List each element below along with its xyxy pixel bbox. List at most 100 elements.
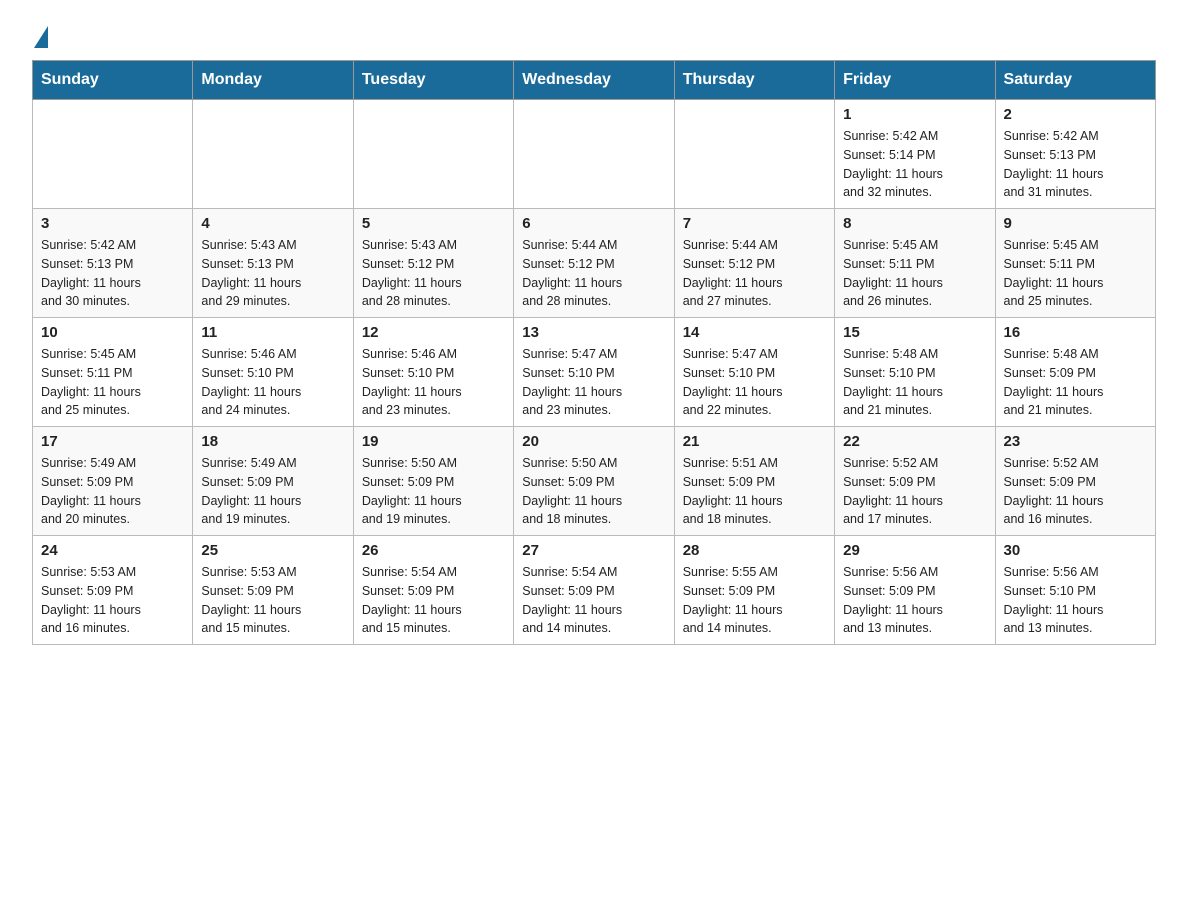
calendar-cell: 11Sunrise: 5:46 AM Sunset: 5:10 PM Dayli… [193,318,353,427]
week-row-2: 3 Sunrise: 5:42 AM Sunset: 5:13 PM Daylig… [33,209,1156,318]
day-info: Sunrise: 5:56 AM Sunset: 5:10 PM Dayligh… [1004,563,1147,638]
weekday-header-tuesday: Tuesday [353,61,513,100]
day-number: 14 [683,324,826,341]
day-number: 21 [683,433,826,450]
day-number: 30 [1004,542,1147,559]
day-number: 19 [362,433,505,450]
calendar-cell: 19Sunrise: 5:50 AM Sunset: 5:09 PM Dayli… [353,427,513,536]
calendar-cell: 2 Sunrise: 5:42 AM Sunset: 5:13 PM Daylig… [995,100,1155,209]
calendar-cell: 17 Sunrise: 5:49 AM Sunset: 5:09 PM Dayli… [33,427,193,536]
weekday-header-monday: Monday [193,61,353,100]
calendar-cell: 25 Sunrise: 5:53 AM Sunset: 5:09 PM Dayli… [193,536,353,645]
day-number: 4 [201,215,344,232]
calendar-cell: 27Sunrise: 5:54 AM Sunset: 5:09 PM Dayli… [514,536,674,645]
day-number: 28 [683,542,826,559]
logo-triangle-icon [34,26,48,48]
calendar-cell: 12 Sunrise: 5:46 AM Sunset: 5:10 PM Dayli… [353,318,513,427]
day-info: Sunrise: 5:46 AM Sunset: 5:10 PM Dayligh… [362,345,505,420]
day-info: Sunrise: 5:47 AM Sunset: 5:10 PM Dayligh… [522,345,665,420]
day-info: Sunrise: 5:48 AM Sunset: 5:09 PM Dayligh… [1004,345,1147,420]
calendar-cell: 30 Sunrise: 5:56 AM Sunset: 5:10 PM Dayli… [995,536,1155,645]
calendar-cell: 4 Sunrise: 5:43 AM Sunset: 5:13 PM Daylig… [193,209,353,318]
calendar-cell: 23 Sunrise: 5:52 AM Sunset: 5:09 PM Dayli… [995,427,1155,536]
calendar-cell [353,100,513,209]
day-number: 11 [201,324,344,341]
day-number: 3 [41,215,184,232]
day-info: Sunrise: 5:51 AM Sunset: 5:09 PM Dayligh… [683,454,826,529]
day-info: Sunrise: 5:43 AM Sunset: 5:12 PM Dayligh… [362,236,505,311]
day-info: Sunrise: 5:52 AM Sunset: 5:09 PM Dayligh… [1004,454,1147,529]
day-number: 20 [522,433,665,450]
weekday-header-friday: Friday [835,61,995,100]
calendar-cell: 26Sunrise: 5:54 AM Sunset: 5:09 PM Dayli… [353,536,513,645]
day-number: 29 [843,542,986,559]
day-number: 23 [1004,433,1147,450]
weekday-header-wednesday: Wednesday [514,61,674,100]
day-info: Sunrise: 5:44 AM Sunset: 5:12 PM Dayligh… [522,236,665,311]
day-info: Sunrise: 5:53 AM Sunset: 5:09 PM Dayligh… [41,563,184,638]
calendar-cell: 13 Sunrise: 5:47 AM Sunset: 5:10 PM Dayli… [514,318,674,427]
day-number: 18 [201,433,344,450]
calendar-cell: 22Sunrise: 5:52 AM Sunset: 5:09 PM Dayli… [835,427,995,536]
calendar-cell [674,100,834,209]
calendar-cell: 5 Sunrise: 5:43 AM Sunset: 5:12 PM Daylig… [353,209,513,318]
day-number: 13 [522,324,665,341]
calendar-cell: 14 Sunrise: 5:47 AM Sunset: 5:10 PM Dayli… [674,318,834,427]
day-info: Sunrise: 5:56 AM Sunset: 5:09 PM Dayligh… [843,563,986,638]
day-number: 1 [843,106,986,123]
page-header [32,24,1156,44]
calendar-cell: 8 Sunrise: 5:45 AM Sunset: 5:11 PM Daylig… [835,209,995,318]
week-row-3: 10Sunrise: 5:45 AM Sunset: 5:11 PM Dayli… [33,318,1156,427]
day-number: 25 [201,542,344,559]
calendar-cell: 18 Sunrise: 5:49 AM Sunset: 5:09 PM Dayli… [193,427,353,536]
calendar-cell: 6 Sunrise: 5:44 AM Sunset: 5:12 PM Daylig… [514,209,674,318]
week-row-5: 24 Sunrise: 5:53 AM Sunset: 5:09 PM Dayli… [33,536,1156,645]
day-info: Sunrise: 5:49 AM Sunset: 5:09 PM Dayligh… [41,454,184,529]
calendar-cell: 1 Sunrise: 5:42 AM Sunset: 5:14 PM Daylig… [835,100,995,209]
day-number: 6 [522,215,665,232]
day-number: 5 [362,215,505,232]
day-number: 7 [683,215,826,232]
day-info: Sunrise: 5:45 AM Sunset: 5:11 PM Dayligh… [1004,236,1147,311]
day-info: Sunrise: 5:53 AM Sunset: 5:09 PM Dayligh… [201,563,344,638]
calendar-cell [193,100,353,209]
day-number: 27 [522,542,665,559]
weekday-header-row: SundayMondayTuesdayWednesdayThursdayFrid… [33,61,1156,100]
logo [32,24,48,44]
day-info: Sunrise: 5:44 AM Sunset: 5:12 PM Dayligh… [683,236,826,311]
day-number: 9 [1004,215,1147,232]
day-number: 17 [41,433,184,450]
weekday-header-saturday: Saturday [995,61,1155,100]
day-info: Sunrise: 5:42 AM Sunset: 5:13 PM Dayligh… [41,236,184,311]
day-info: Sunrise: 5:49 AM Sunset: 5:09 PM Dayligh… [201,454,344,529]
day-number: 24 [41,542,184,559]
day-number: 26 [362,542,505,559]
day-number: 2 [1004,106,1147,123]
weekday-header-thursday: Thursday [674,61,834,100]
day-info: Sunrise: 5:42 AM Sunset: 5:13 PM Dayligh… [1004,127,1147,202]
day-info: Sunrise: 5:45 AM Sunset: 5:11 PM Dayligh… [41,345,184,420]
calendar-cell: 24 Sunrise: 5:53 AM Sunset: 5:09 PM Dayli… [33,536,193,645]
day-number: 8 [843,215,986,232]
calendar-cell [514,100,674,209]
calendar-cell [33,100,193,209]
day-number: 15 [843,324,986,341]
calendar-cell: 28Sunrise: 5:55 AM Sunset: 5:09 PM Dayli… [674,536,834,645]
day-info: Sunrise: 5:42 AM Sunset: 5:14 PM Dayligh… [843,127,986,202]
day-info: Sunrise: 5:43 AM Sunset: 5:13 PM Dayligh… [201,236,344,311]
weekday-header-sunday: Sunday [33,61,193,100]
week-row-4: 17 Sunrise: 5:49 AM Sunset: 5:09 PM Dayli… [33,427,1156,536]
calendar-cell: 21 Sunrise: 5:51 AM Sunset: 5:09 PM Dayli… [674,427,834,536]
calendar-cell: 10Sunrise: 5:45 AM Sunset: 5:11 PM Dayli… [33,318,193,427]
calendar-cell: 3 Sunrise: 5:42 AM Sunset: 5:13 PM Daylig… [33,209,193,318]
day-info: Sunrise: 5:45 AM Sunset: 5:11 PM Dayligh… [843,236,986,311]
calendar-cell: 15Sunrise: 5:48 AM Sunset: 5:10 PM Dayli… [835,318,995,427]
week-row-1: 1 Sunrise: 5:42 AM Sunset: 5:14 PM Daylig… [33,100,1156,209]
calendar-cell: 16Sunrise: 5:48 AM Sunset: 5:09 PM Dayli… [995,318,1155,427]
calendar-cell: 29 Sunrise: 5:56 AM Sunset: 5:09 PM Dayli… [835,536,995,645]
calendar-table: SundayMondayTuesdayWednesdayThursdayFrid… [32,60,1156,645]
day-number: 12 [362,324,505,341]
day-number: 22 [843,433,986,450]
day-info: Sunrise: 5:47 AM Sunset: 5:10 PM Dayligh… [683,345,826,420]
day-info: Sunrise: 5:50 AM Sunset: 5:09 PM Dayligh… [522,454,665,529]
